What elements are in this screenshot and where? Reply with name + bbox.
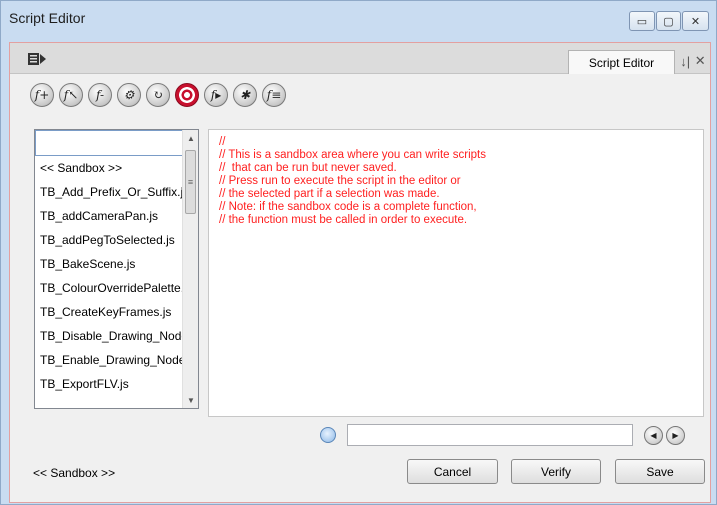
code-text: // // This is a sandbox area where you c… (219, 136, 486, 226)
close-icon: ✕ (690, 15, 701, 28)
panel-header: Script Editor ↓| ✕ (10, 43, 710, 74)
scroll-down-icon[interactable]: ▼ (183, 392, 198, 408)
tab-tools: ↓| ✕ (678, 51, 708, 71)
cancel-button[interactable]: Cancel (407, 459, 498, 484)
script-toolbar: f+ f↖ f- ⚙ ↻ f▸ ✱ f≡ (30, 83, 286, 113)
run-script-icon[interactable]: f▸ (204, 83, 228, 107)
minimize-button[interactable]: ▭ (629, 11, 655, 31)
set-target-icon[interactable]: ⚙ (117, 83, 141, 107)
reload-icon[interactable]: ↻ (146, 83, 170, 107)
script-list-item[interactable]: TB_Enable_Drawing_Nodes.js (35, 348, 183, 372)
list-scrollbar[interactable]: ▲ ≡ ▼ (182, 130, 198, 408)
close-panel-icon[interactable]: ✕ (695, 53, 706, 69)
verify-button[interactable]: Verify (511, 459, 601, 484)
footer: << Sandbox >> Cancel Verify Save (10, 457, 710, 487)
script-list-item[interactable]: TB_BakeScene.js (35, 252, 183, 276)
import-script-icon[interactable]: f↖ (59, 83, 83, 107)
search-input[interactable] (347, 424, 633, 446)
code-editor[interactable]: // // This is a sandbox area where you c… (208, 129, 704, 417)
scroll-thumb[interactable]: ≡ (185, 150, 196, 214)
maximize-icon: ▢ (663, 15, 674, 28)
arrow-left-icon: ◀ (650, 431, 657, 440)
script-list-item[interactable] (35, 130, 183, 156)
debug-icon[interactable]: ✱ (233, 83, 257, 107)
script-list-item[interactable]: TB_addCameraPan.js (35, 204, 183, 228)
script-list-item[interactable]: TB_Add_Prefix_Or_Suffix.js (35, 180, 183, 204)
script-list-item[interactable]: TB_ExportFLV.js (35, 372, 183, 396)
find-next-button[interactable]: ▶ (666, 426, 685, 445)
script-list-item[interactable]: TB_Disable_Drawing_Nodes.js (35, 324, 183, 348)
current-script-label: << Sandbox >> (33, 466, 116, 480)
maximize-button[interactable]: ▢ (656, 11, 681, 31)
script-editor-window: Script Editor ▭ ▢ ✕ Script Editor ↓| ✕ f… (0, 0, 717, 505)
new-script-icon[interactable]: f+ (30, 83, 54, 107)
dock-panel-icon[interactable]: ↓| (680, 54, 690, 69)
script-list[interactable]: << Sandbox >> TB_Add_Prefix_Or_Suffix.js T… (34, 129, 199, 409)
find-bar: ◀ ▶ (10, 423, 710, 449)
search-icon (320, 427, 336, 443)
script-list-item[interactable]: TB_ColourOverridePalette.js (35, 276, 183, 300)
panel-menu-icon (28, 53, 46, 65)
save-button[interactable]: Save (615, 459, 705, 484)
function-list-icon[interactable]: f≡ (262, 83, 286, 107)
scroll-up-icon[interactable]: ▲ (183, 130, 198, 146)
window-title: Script Editor (9, 10, 86, 26)
panel-menu-button[interactable] (26, 51, 48, 67)
minimize-icon: ▭ (636, 15, 648, 28)
find-previous-button[interactable]: ◀ (644, 426, 663, 445)
editor-panel: Script Editor ↓| ✕ f+ f↖ f- ⚙ ↻ f▸ ✱ f≡ << Sand… (9, 42, 711, 503)
script-list-item[interactable]: TB_CreateKeyFrames.js (35, 300, 183, 324)
script-list-item[interactable]: << Sandbox >> (35, 156, 183, 180)
delete-script-icon[interactable]: f- (88, 83, 112, 107)
tab-script-editor[interactable]: Script Editor (568, 50, 675, 74)
arrow-right-icon: ▶ (672, 431, 679, 440)
title-bar[interactable]: Script Editor ▭ ▢ ✕ (1, 1, 717, 35)
script-list-item[interactable]: TB_addPegToSelected.js (35, 228, 183, 252)
script-list-items: << Sandbox >> TB_Add_Prefix_Or_Suffix.js T… (35, 130, 183, 396)
target-icon[interactable] (175, 83, 199, 107)
close-button[interactable]: ✕ (682, 11, 709, 31)
